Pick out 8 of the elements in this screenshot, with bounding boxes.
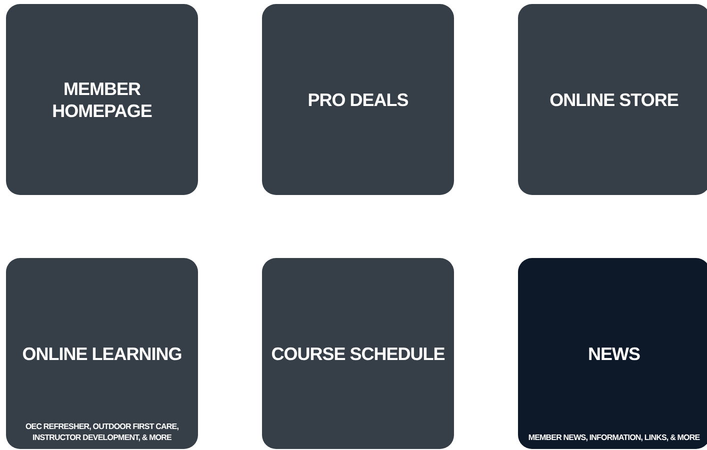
menu-tile[interactable]: ONLINE STORE	[518, 4, 707, 195]
menu-tile[interactable]: COURSE SCHEDULE	[262, 258, 454, 449]
tile-description: OEC REFRESHER, OUTDOOR FIRST CARE, INSTRUCTOR DEVELOPMENT, & MORE	[24, 421, 180, 444]
tile-description: MEMBER NEWS, INFORMATION, LINKS, & MORE	[527, 432, 701, 444]
menu-tile[interactable]: ONLINE LEARNING OEC REFRESHER, OUTDOOR FIRST CARE, INSTRUCTOR DEVELOPMENT, & MORE	[6, 258, 198, 449]
menu-tile[interactable]: PRO DEALS	[262, 4, 454, 195]
menu-tile[interactable]: NEWS MEMBER NEWS, INFORMATION, LINKS, & MORE	[518, 258, 707, 449]
menu-tile[interactable]: MEMBER HOMEPAGE	[6, 4, 198, 195]
